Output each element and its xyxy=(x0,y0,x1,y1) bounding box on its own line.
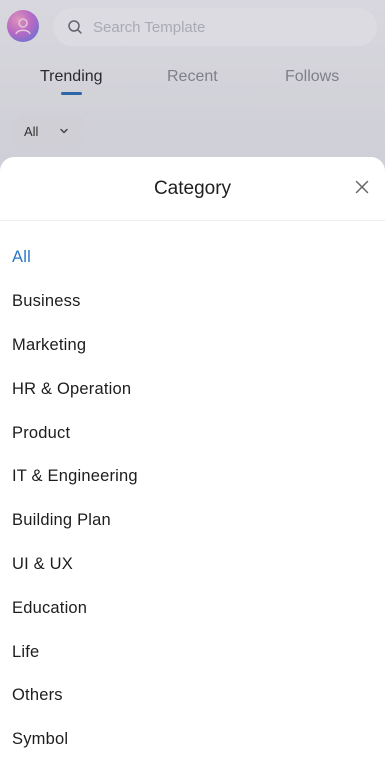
category-item-symbol[interactable]: Symbol xyxy=(0,718,385,762)
category-bottom-sheet: Category All Business Marketing HR & Ope… xyxy=(0,157,385,767)
category-item-building-plan[interactable]: Building Plan xyxy=(0,499,385,543)
sheet-title: Category xyxy=(153,178,232,199)
category-item-marketing[interactable]: Marketing xyxy=(0,324,385,368)
category-item-product[interactable]: Product xyxy=(0,411,385,455)
category-item-education[interactable]: Education xyxy=(0,586,385,630)
category-item-business[interactable]: Business xyxy=(0,280,385,324)
sheet-header: Category xyxy=(0,157,385,221)
category-item-ui-ux[interactable]: UI & UX xyxy=(0,543,385,587)
category-item-others[interactable]: Others xyxy=(0,674,385,718)
close-button[interactable] xyxy=(350,175,374,199)
category-item-it-engineering[interactable]: IT & Engineering xyxy=(0,455,385,499)
category-item-hr-operation[interactable]: HR & Operation xyxy=(0,367,385,411)
category-item-life[interactable]: Life xyxy=(0,630,385,674)
category-item-all[interactable]: All xyxy=(0,236,385,280)
category-list: All Business Marketing HR & Operation Pr… xyxy=(0,236,385,762)
close-icon xyxy=(355,180,369,194)
